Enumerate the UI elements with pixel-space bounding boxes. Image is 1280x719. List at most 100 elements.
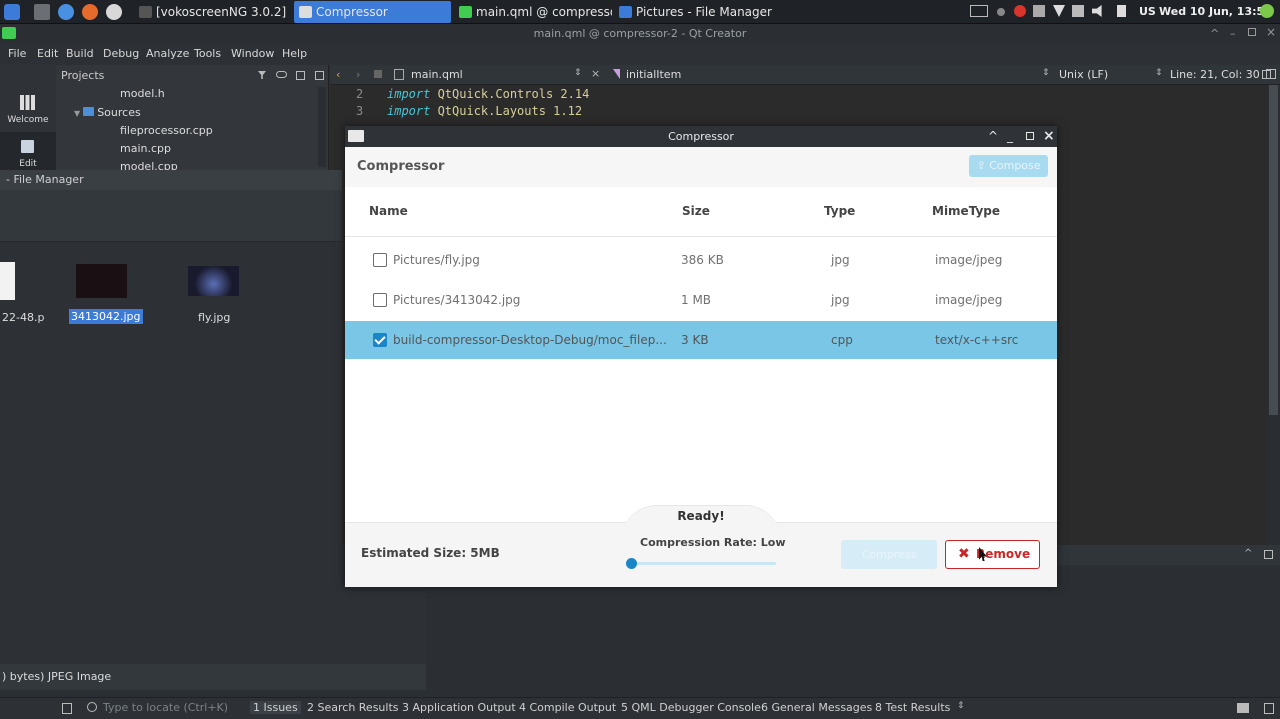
column-type[interactable]: Type (824, 204, 855, 218)
editor-scrollbar[interactable] (1268, 85, 1280, 545)
menu-edit[interactable]: Edit (37, 47, 58, 60)
close-pane-icon[interactable] (315, 71, 324, 80)
remove-button[interactable]: ✖ Remove (945, 540, 1040, 569)
menu-window[interactable]: Window (231, 47, 274, 60)
task-vokoscreen[interactable]: [vokoscreenNG 3.0.2] (134, 1, 289, 23)
maximize-pane-icon[interactable]: ^ (1244, 548, 1252, 559)
menu-help[interactable]: Help (282, 47, 307, 60)
tab-search-results[interactable]: 2 Search Results (307, 701, 399, 714)
tab-compile-output[interactable]: 4 Compile Output (519, 701, 616, 714)
power-icon[interactable] (1260, 4, 1274, 18)
file-item[interactable]: 3413042.jpg (66, 262, 143, 332)
sidebar-right-icon[interactable] (1264, 703, 1274, 714)
keyboard-layout[interactable]: US (1139, 5, 1156, 18)
close-icon[interactable]: × (1043, 126, 1055, 147)
symbol-dropdown-icon[interactable]: ⇕ (1042, 68, 1050, 78)
terminal-icon[interactable] (34, 4, 50, 20)
menu-file[interactable]: File (8, 47, 26, 60)
menu-analyze[interactable]: Analyze (146, 47, 189, 60)
tab-qml-debugger-console[interactable]: 5 QML Debugger Console (621, 701, 761, 714)
sidebar-toggle-icon[interactable] (62, 703, 72, 714)
forward-icon[interactable]: › (356, 68, 360, 81)
progress-toggle-icon[interactable] (1237, 703, 1249, 713)
clip-icon[interactable] (1072, 5, 1084, 17)
maximize-icon[interactable] (1248, 28, 1256, 36)
tab-test-results[interactable]: 8 Test Results (875, 701, 950, 714)
compress-label: Compress (861, 548, 917, 561)
network-icon[interactable] (1033, 5, 1045, 17)
cursor-position[interactable]: Line: 21, Col: 30 (1170, 68, 1260, 81)
filter-icon[interactable] (258, 71, 266, 79)
folder-icon (619, 6, 632, 18)
tab-issues[interactable]: 1 Issues (250, 701, 301, 714)
slider-handle[interactable] (626, 558, 637, 569)
menu-build[interactable]: Build (66, 47, 94, 60)
mode-welcome[interactable]: Welcome (0, 89, 56, 127)
column-mimetype[interactable]: MimeType (932, 204, 1000, 218)
qt-logo-icon (2, 27, 16, 39)
record-icon[interactable] (997, 8, 1005, 16)
tab-application-output[interactable]: 3 Application Output (402, 701, 516, 714)
tree-item[interactable]: fileprocessor.cpp (120, 124, 213, 137)
close-pane-icon[interactable] (1264, 550, 1273, 559)
mode-edit[interactable]: Edit (0, 132, 56, 170)
volume-icon[interactable] (1092, 5, 1102, 17)
clipboard-icon[interactable] (1117, 5, 1126, 17)
open-file-name[interactable]: main.qml (411, 68, 463, 81)
screen-icon[interactable] (970, 5, 988, 17)
browser-icon[interactable] (58, 4, 74, 20)
menu-tools[interactable]: Tools (194, 47, 221, 60)
minimize-icon[interactable]: ^ (1210, 27, 1219, 40)
table-row[interactable]: Pictures/3413042.jpg 1 MB jpg image/jpeg (345, 281, 1057, 319)
wifi-icon[interactable] (1053, 5, 1065, 17)
table-row-selected[interactable]: build-compressor-Desktop-Debug/moc_filep… (345, 321, 1057, 359)
clock[interactable]: Wed 10 Jun, 13:51 (1159, 5, 1272, 18)
tree-item[interactable]: model.cpp (120, 160, 178, 170)
maximize-icon[interactable] (1026, 132, 1034, 140)
compress-button[interactable]: Compress (841, 540, 937, 569)
line-ending[interactable]: Unix (LF) (1059, 68, 1108, 81)
menu-debug[interactable]: Debug (103, 47, 139, 60)
close-document-icon[interactable]: × (591, 67, 600, 80)
link-icon[interactable] (276, 71, 287, 78)
close-icon[interactable]: × (1266, 25, 1276, 39)
row-checkbox[interactable] (373, 333, 387, 347)
compose-button[interactable]: ⇪ Compose (969, 155, 1048, 177)
column-size[interactable]: Size (682, 204, 710, 218)
file-dropdown-icon[interactable]: ⇕ (574, 68, 582, 78)
cell-size: 1 MB (681, 293, 712, 307)
task-qtcreator[interactable]: main.qml @ compresso... (454, 1, 612, 23)
status-text: Ready! (677, 509, 725, 523)
firefox-icon[interactable] (82, 4, 98, 20)
back-icon[interactable]: ‹ (336, 68, 340, 81)
sidebar-toggle-icon[interactable] (1266, 69, 1276, 79)
scrollbar[interactable] (318, 87, 326, 167)
task-file-manager[interactable]: Pictures - File Manager (614, 1, 774, 23)
minimize-icon[interactable]: _ (1007, 126, 1013, 147)
app-menu-icon[interactable] (4, 4, 20, 20)
update-icon[interactable] (1014, 5, 1026, 17)
compression-rate-slider[interactable] (631, 562, 776, 565)
symbol-selector[interactable]: initialItem (626, 68, 681, 81)
file-item[interactable]: 22-48.p (0, 262, 50, 332)
tree-item[interactable]: main.cpp (120, 142, 171, 155)
tab-general-messages[interactable]: 6 General Messages (761, 701, 872, 714)
shade-icon[interactable]: ^ (988, 126, 998, 147)
task-compressor[interactable]: Compressor (294, 1, 451, 23)
scroll-thumb[interactable] (1269, 85, 1278, 415)
file-item[interactable]: fly.jpg (180, 262, 250, 332)
row-checkbox[interactable] (373, 293, 387, 307)
projects-label[interactable]: Projects (61, 69, 104, 82)
tree-item-sources[interactable]: ▼ Sources (74, 106, 141, 119)
tree-item[interactable]: model.h (120, 87, 165, 100)
locate-input[interactable]: Type to locate (Ctrl+K) (103, 701, 228, 714)
row-checkbox[interactable] (373, 253, 387, 267)
table-row[interactable]: Pictures/fly.jpg 386 KB jpg image/jpeg (345, 241, 1057, 279)
column-name[interactable]: Name (369, 204, 408, 218)
task-label: Compressor (316, 5, 388, 19)
line-ending-dropdown-icon[interactable]: ⇕ (1155, 68, 1163, 78)
restore-icon[interactable]: – (1230, 27, 1236, 40)
split-icon[interactable] (296, 71, 305, 80)
tabs-dropdown-icon[interactable]: ⇕ (957, 701, 965, 711)
settings-icon[interactable] (106, 4, 122, 20)
